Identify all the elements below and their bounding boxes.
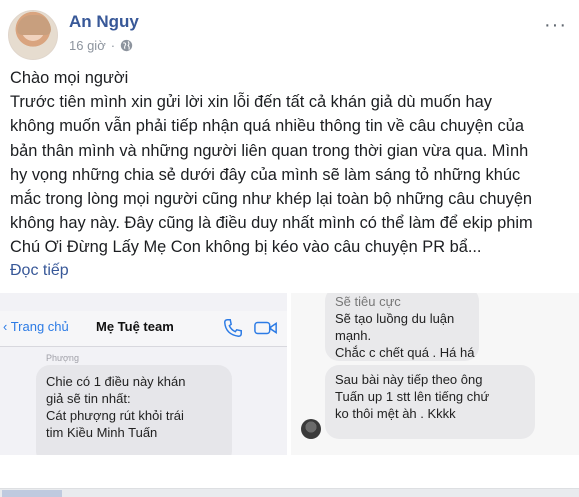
post-time[interactable]: 16 giờ	[69, 38, 106, 53]
avatar[interactable]	[8, 10, 58, 60]
message-line: Sau bài này tiếp theo ông	[335, 372, 483, 387]
phone-icon	[224, 319, 242, 337]
back-label: Trang chủ	[10, 319, 69, 334]
post-line: hy vọng những chia sẻ dưới đây của mình …	[10, 165, 521, 184]
back-link: ‹ Trang chủ	[3, 319, 69, 334]
message-line: Tuấn up 1 stt lên tiếng chứ	[335, 389, 490, 404]
message-line: Cát phượng rút khỏi trái	[46, 408, 184, 423]
message-line: mạnh.	[335, 328, 372, 343]
message-line: tim Kiều Minh Tuấn	[46, 425, 158, 440]
chat-screenshot-left[interactable]: ‹ Trang chủ Mẹ Tuệ team Phượng Chie có 1…	[0, 293, 289, 455]
footer-tab-indicator	[2, 490, 62, 497]
footer-divider	[0, 488, 579, 497]
sender-avatar	[301, 419, 321, 439]
post-line: bản thân mình và những người liên quan t…	[10, 141, 529, 160]
post-header: An Nguy 16 giờ · ···	[0, 0, 579, 62]
message-bubble: Chie có 1 điều này khán giả sẽ tin nhất:…	[36, 365, 232, 455]
message-bubble: Sau bài này tiếp theo ông Tuấn up 1 stt …	[325, 365, 535, 439]
message-line: Sẽ tạo luồng du luận	[335, 311, 455, 326]
message-line: Chie có 1 điều này khán	[46, 374, 186, 389]
post-line: Chú Ơi Đừng Lấy Mẹ Con không bị kéo vào …	[10, 238, 482, 257]
chat-screenshot-right[interactable]: Sẽ tiêu cực Sẽ tạo luồng du luận mạnh. C…	[291, 293, 579, 455]
post-line: không muốn vẫn phải tiếp nhận quá nhiều …	[10, 117, 524, 136]
message-line: Chắc c chết quá . Há há	[335, 345, 475, 360]
video-call-icon	[254, 321, 277, 335]
more-options-icon[interactable]: ···	[544, 14, 567, 37]
message-bubble: Sẽ tiêu cực Sẽ tạo luồng du luận mạnh. C…	[325, 293, 479, 361]
author-name[interactable]: An Nguy	[69, 12, 139, 32]
post-line: Chào mọi người	[10, 69, 129, 87]
message-line: giả sẽ tin nhất:	[46, 391, 131, 406]
post-line: không hay này. Đây cũng là điều duy nhất…	[10, 214, 533, 233]
attached-images[interactable]: ‹ Trang chủ Mẹ Tuệ team Phượng Chie có 1…	[0, 293, 579, 455]
post-meta: 16 giờ ·	[69, 38, 133, 53]
post-line: mắc trong lòng mọi người cũng như khép l…	[10, 190, 533, 209]
read-more-link[interactable]: Đọc tiếp	[10, 262, 69, 280]
chat-title: Mẹ Tuệ team	[96, 319, 174, 334]
post-body: Chào mọi người Trước tiên mình xin gửi l…	[10, 66, 570, 260]
message-sender: Phượng	[46, 353, 79, 363]
globe-icon[interactable]	[120, 39, 133, 52]
chat-nav-bar: ‹ Trang chủ Mẹ Tuệ team	[0, 311, 287, 347]
message-line: ko thôi mệt àh . Kkkk	[335, 406, 456, 421]
message-line: Sẽ tiêu cực	[335, 294, 401, 309]
post-line: Trước tiên mình xin gửi lời xin lỗi đến …	[10, 93, 492, 112]
meta-separator: ·	[110, 38, 116, 53]
